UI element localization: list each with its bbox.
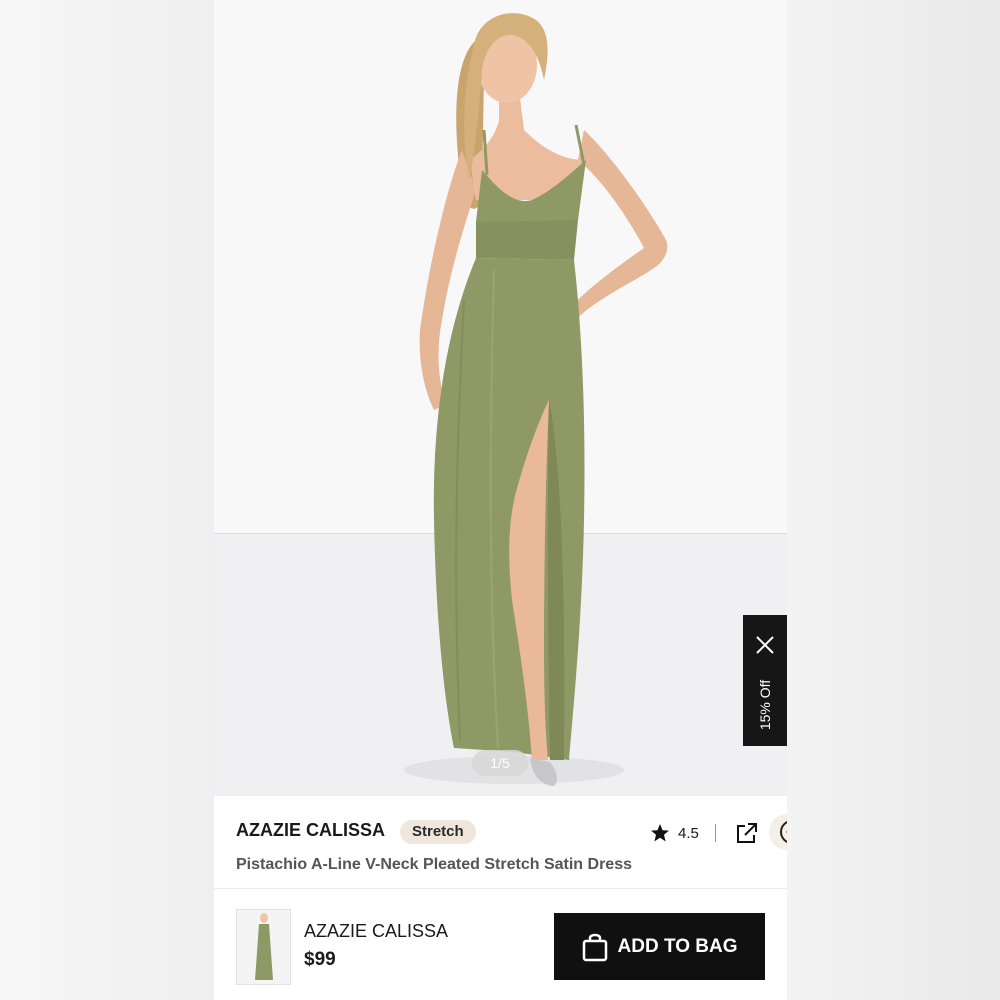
more-icon (780, 821, 787, 843)
background-left (0, 0, 214, 1000)
discount-tab[interactable]: 15% Off (743, 615, 787, 746)
image-counter: 1/5 (472, 750, 528, 776)
add-to-bag-label: ADD TO BAG (617, 935, 738, 957)
product-photo (404, 13, 668, 786)
more-button[interactable] (769, 814, 787, 850)
close-icon[interactable] (755, 635, 775, 655)
cart-product-name: AZAZIE CALISSA (304, 921, 449, 941)
star-icon (651, 824, 669, 842)
product-image-gallery[interactable]: 1/5 15% Off (214, 0, 787, 796)
product-title: Pistachio A-Line V-Neck Pleated Stretch … (236, 856, 632, 873)
stretch-badge: Stretch (400, 820, 476, 844)
product-page: 1/5 15% Off AZAZIE CALISSA Stretch Pista… (214, 0, 787, 1000)
sticky-cart-bar: AZAZIE CALISSA $99 ADD TO BAG (214, 889, 787, 1000)
product-brand: AZAZIE CALISSA (236, 820, 386, 840)
cart-product-price: $99 (304, 949, 336, 970)
background-right (787, 0, 1000, 1000)
rating[interactable]: 4.5 (650, 820, 716, 846)
bag-icon (582, 933, 607, 961)
add-to-bag-button[interactable]: ADD TO BAG (554, 913, 765, 980)
product-thumbnail (236, 909, 291, 985)
rating-divider (714, 824, 716, 842)
rating-value: 4.5 (678, 824, 699, 842)
discount-label: 15% Off (757, 679, 773, 731)
share-icon[interactable] (736, 822, 758, 844)
product-info: AZAZIE CALISSA Stretch Pistachio A-Line … (214, 796, 787, 888)
